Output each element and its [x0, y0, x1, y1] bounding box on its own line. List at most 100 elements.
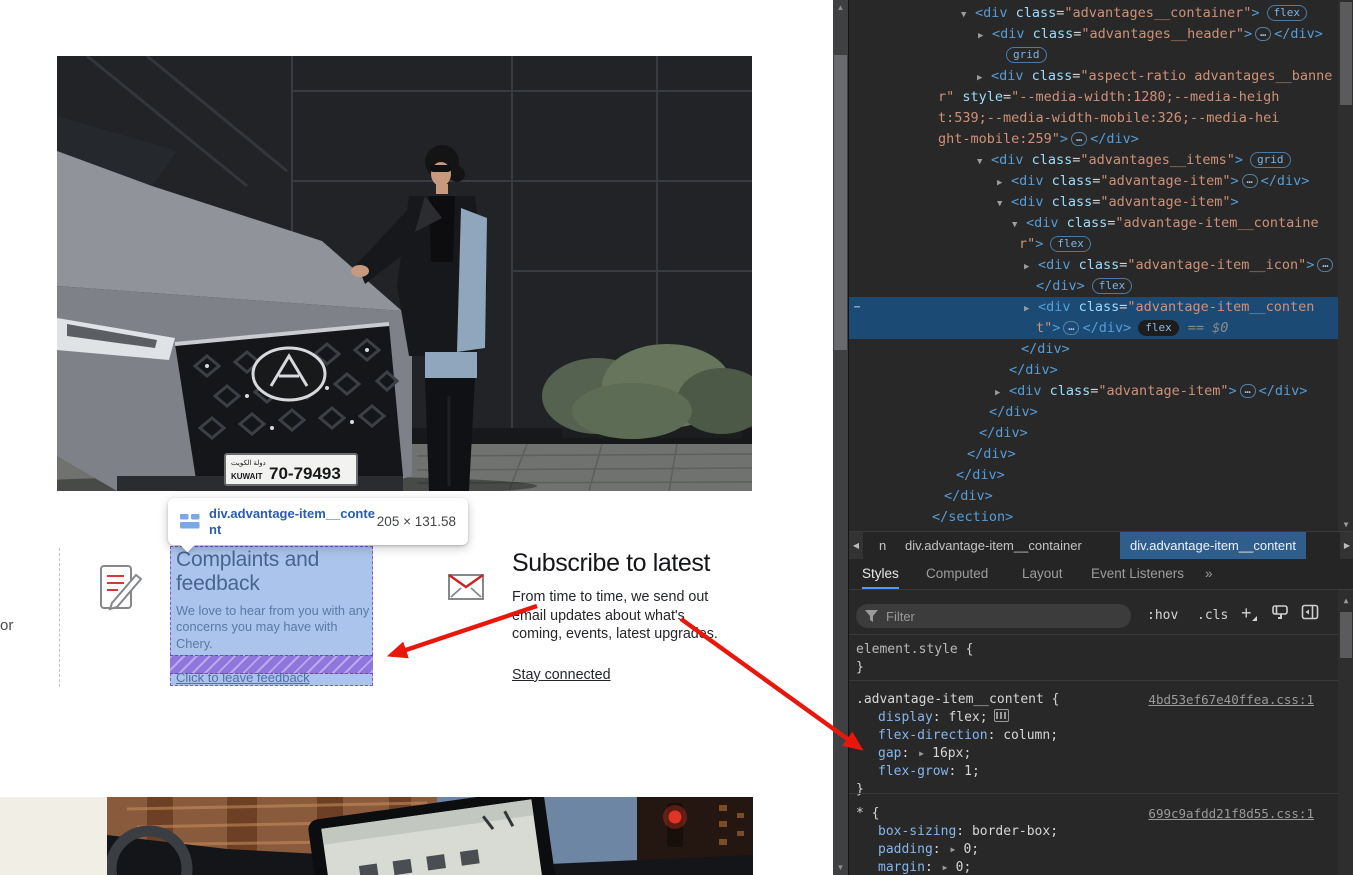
breadcrumb-scroll-left-icon[interactable]: ◀ — [849, 532, 863, 559]
inline-expand-button[interactable]: … — [1317, 258, 1333, 272]
dom-tree-row[interactable]: t">…</div>flex== $0 — [849, 318, 1338, 339]
twisty-icon[interactable]: ▼ — [977, 152, 991, 173]
dom-tree-row[interactable]: ▼<div class="advantages__container">flex — [849, 3, 1338, 24]
leave-feedback-link[interactable]: Click to leave feedback — [176, 670, 310, 685]
dom-tree-row[interactable]: r" style="--media-width:1280;--media-hei… — [849, 87, 1338, 108]
dom-tree-row[interactable]: ▶<div class="advantage-item__icon">… — [849, 255, 1338, 276]
tab-computed[interactable]: Computed — [926, 559, 988, 589]
css-property-margin[interactable]: margin: ▶0; — [856, 859, 1332, 875]
toggle-hover-state-button[interactable]: :hov — [1147, 604, 1178, 628]
scroll-up-icon[interactable]: ▲ — [833, 3, 848, 12]
scroll-up-icon[interactable]: ▲ — [1338, 596, 1353, 605]
code-token: "advantage-item__icon" — [1127, 257, 1306, 273]
layout-badge[interactable]: flex — [1138, 320, 1179, 336]
tab-event-listeners[interactable]: Event Listeners — [1091, 559, 1184, 589]
dom-tree-row[interactable]: ▶<div class="advantage-item">…</div> — [849, 381, 1338, 402]
expand-arrow-icon[interactable]: ▶ — [917, 745, 932, 763]
scroll-down-icon[interactable]: ▼ — [1338, 520, 1353, 529]
elements-scrollbar-thumb[interactable] — [1340, 2, 1352, 105]
styles-scrollbar-thumb[interactable] — [1340, 612, 1352, 658]
dom-tree-row[interactable]: </div> — [849, 402, 1338, 423]
tab-overflow-icon[interactable]: » — [1205, 559, 1213, 589]
stylesheet-source-link[interactable]: 699c9afdd21f8d55.css:1 — [1148, 805, 1314, 823]
breadcrumb-item-content-selected[interactable]: div.advantage-item__content — [1120, 532, 1306, 559]
css-property-flex-direction[interactable]: flex-direction: column; — [856, 727, 1332, 745]
new-style-rule-button[interactable]: + — [1241, 601, 1252, 625]
breadcrumb-item-container[interactable]: div.advantage-item__container — [905, 532, 1082, 559]
feedback-note-icon — [98, 563, 144, 613]
styles-scrollbar[interactable]: ▲ — [1338, 590, 1353, 875]
dom-tree-row[interactable]: ▶<div class="aspect-ratio advantages__ba… — [849, 66, 1338, 87]
code-token: </div> — [1261, 173, 1310, 189]
dom-tree-row[interactable]: </section> — [849, 507, 1338, 528]
scroll-down-icon[interactable]: ▼ — [833, 863, 848, 872]
twisty-icon[interactable]: ▶ — [1024, 299, 1038, 320]
layout-badge[interactable]: grid — [1006, 47, 1047, 63]
sidebar-toggle-icon[interactable] — [1301, 604, 1319, 621]
layout-badge[interactable]: flex — [1267, 5, 1308, 21]
css-rule-universal[interactable]: * { 699c9afdd21f8d55.css:1 box-sizing: b… — [856, 805, 1332, 875]
code-token: class — [1033, 26, 1074, 42]
inline-expand-button[interactable]: … — [1255, 27, 1271, 41]
layout-badge[interactable]: flex — [1092, 278, 1133, 294]
stay-connected-link[interactable]: Stay connected — [512, 667, 611, 683]
styles-filter-input[interactable]: Filter — [856, 604, 1131, 628]
inline-expand-button[interactable]: … — [1240, 384, 1256, 398]
page-scrollbar-thumb[interactable] — [834, 55, 847, 350]
css-property-padding[interactable]: padding: ▶0; — [856, 841, 1332, 859]
dom-tree-row[interactable]: ▼<div class="advantage-item"> — [849, 192, 1338, 213]
inspected-element-highlight[interactable]: Complaints and feedback We love to hear … — [170, 546, 373, 686]
twisty-icon[interactable]: ▼ — [961, 5, 975, 26]
css-property-box-sizing[interactable]: box-sizing: border-box; — [856, 823, 1332, 841]
expand-arrow-icon[interactable]: ▶ — [941, 859, 956, 875]
twisty-icon[interactable]: ▼ — [1012, 215, 1026, 236]
expand-arrow-icon[interactable]: ▶ — [948, 841, 963, 859]
dom-tree-row[interactable]: </div> — [849, 465, 1338, 486]
dom-tree-row[interactable]: </div>flex — [849, 276, 1338, 297]
dom-tree-row[interactable]: </div> — [849, 423, 1338, 444]
css-property-display[interactable]: display: flex; — [856, 709, 1332, 727]
stylesheet-source-link[interactable]: 4bd53ef67e40ffea.css:1 — [1148, 691, 1314, 709]
layout-badge[interactable]: grid — [1250, 152, 1291, 168]
breadcrumb-scroll-right-icon[interactable]: ▶ — [1340, 532, 1353, 559]
row-options-icon[interactable]: ⋯ — [854, 297, 861, 318]
dom-tree-row[interactable]: ▶<div class="advantage-item">…</div> — [849, 171, 1338, 192]
rendering-emulation-icon[interactable] — [1271, 604, 1289, 621]
dom-tree-row[interactable]: grid — [849, 45, 1338, 66]
dom-tree-row[interactable]: ght-mobile:259">…</div> — [849, 129, 1338, 150]
tab-styles[interactable]: Styles — [862, 559, 899, 589]
inline-expand-button[interactable]: … — [1071, 132, 1087, 146]
css-property-flex-grow[interactable]: flex-grow: 1; — [856, 763, 1332, 781]
flex-editor-icon[interactable] — [994, 709, 1009, 722]
dom-tree-row[interactable]: ▼<div class="advantage-item__containe — [849, 213, 1338, 234]
dom-tree-row[interactable]: </div> — [849, 486, 1338, 507]
elements-scrollbar[interactable]: ▼ — [1338, 0, 1353, 531]
breadcrumb-item-clipped[interactable]: n — [879, 532, 886, 559]
twisty-icon[interactable]: ▶ — [997, 173, 1011, 194]
code-token: <div — [1026, 215, 1067, 231]
twisty-icon[interactable]: ▶ — [1024, 257, 1038, 278]
inline-style-rule[interactable]: element.style { } — [856, 641, 1332, 677]
twisty-icon[interactable]: ▶ — [995, 383, 1009, 404]
inline-expand-button[interactable]: … — [1242, 174, 1258, 188]
dom-tree-row[interactable]: </div> — [849, 339, 1338, 360]
dom-tree-row[interactable]: r">flex — [849, 234, 1338, 255]
toggle-classes-button[interactable]: .cls — [1197, 604, 1228, 628]
elements-tree: ▼<div class="advantages__container">flex… — [849, 0, 1338, 531]
dom-tree-row[interactable]: t:539;--media-width-mobile:326;--media-h… — [849, 108, 1338, 129]
code-token: class — [1050, 383, 1091, 399]
dom-tree-row[interactable]: ▶<div class="advantages__header">…</div> — [849, 24, 1338, 45]
page-scrollbar[interactable]: ▲ ▼ — [833, 0, 848, 875]
css-property-gap[interactable]: gap: ▶16px; — [856, 745, 1332, 763]
css-rule-advantage-item-content[interactable]: .advantage-item__content { 4bd53ef67e40f… — [856, 691, 1332, 799]
tab-layout[interactable]: Layout — [1022, 559, 1063, 589]
dom-tree-row[interactable]: ⋯▶<div class="advantage-item__conten — [849, 297, 1338, 318]
layout-badge[interactable]: flex — [1050, 236, 1091, 252]
dom-tree-row[interactable]: ▼<div class="advantages__items">grid — [849, 150, 1338, 171]
twisty-icon[interactable]: ▼ — [997, 194, 1011, 215]
twisty-icon[interactable]: ▶ — [978, 26, 992, 47]
twisty-icon[interactable]: ▶ — [977, 68, 991, 89]
dom-tree-row[interactable]: </div> — [849, 360, 1338, 381]
dom-tree-row[interactable]: </div> — [849, 444, 1338, 465]
inline-expand-button[interactable]: … — [1063, 321, 1079, 335]
